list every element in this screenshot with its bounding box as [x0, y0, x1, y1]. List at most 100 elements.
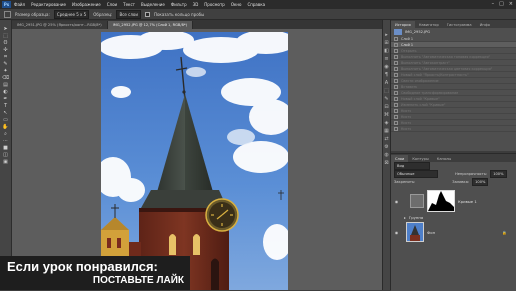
minimize-button[interactable]: –: [492, 1, 495, 7]
move-tool-icon[interactable]: ➤: [2, 26, 10, 32]
layer-mask-thumbnail[interactable]: [427, 190, 455, 212]
layer-background[interactable]: ◉ Фон 🔒: [394, 222, 513, 242]
layer-group[interactable]: ▸ Группа: [394, 214, 513, 221]
lasso-tool-icon[interactable]: ʘ: [2, 40, 10, 46]
menu-file[interactable]: Файл: [14, 2, 25, 7]
timeline-panel-icon[interactable]: ◍: [384, 152, 390, 158]
channels-panel-icon[interactable]: ◈: [384, 120, 390, 126]
sample-select[interactable]: Все слои: [116, 9, 141, 19]
sample-size-select[interactable]: Среднее 5 х 5: [53, 9, 90, 19]
expand-panels-icon[interactable]: ▸: [384, 32, 390, 38]
brush-panel-icon[interactable]: ✎: [384, 96, 390, 102]
like-caption-overlay: Если урок понравился: ПОСТАВЬТЕ ЛАЙК: [0, 256, 190, 290]
history-step-icon: [394, 96, 398, 101]
panel-icon-strip: ▸ ⊞ ◧ ≡ ◉ ¶ A ⬚ ✎ ⊟ ⌘ ◈ ▦ ⇄ ⚙ ◍ ⊠: [382, 20, 391, 290]
tab-channels[interactable]: Каналы: [433, 155, 455, 162]
tab-paths[interactable]: Контуры: [408, 155, 432, 162]
eye-icon[interactable]: ◉: [394, 199, 399, 204]
menu-edit[interactable]: Редактирование: [31, 2, 66, 7]
styles-panel-icon[interactable]: ⌘: [384, 112, 390, 118]
eye-icon[interactable]: ◉: [394, 230, 399, 235]
menu-help[interactable]: Справка: [247, 2, 265, 7]
show-ring-checkbox[interactable]: [144, 11, 150, 17]
history-step-icon: [394, 54, 398, 59]
menu-3d[interactable]: 3D: [193, 2, 199, 7]
zoom-tool-icon[interactable]: ⌕: [2, 131, 10, 137]
menu-window[interactable]: Окно: [231, 2, 242, 7]
eyedropper-tool-icon[interactable]: ✎: [2, 61, 10, 67]
document-image[interactable]: [101, 32, 288, 290]
color-swatches-icon[interactable]: ■: [2, 145, 10, 151]
history-step-icon: [394, 72, 398, 77]
properties-panel-icon[interactable]: ◧: [384, 48, 390, 54]
history-item-label: Открыть: [401, 48, 417, 53]
notes-panel-icon[interactable]: ⊠: [384, 160, 390, 166]
tab-histogram[interactable]: Гистограмма: [443, 21, 476, 28]
hand-tool-icon[interactable]: ✋: [2, 124, 10, 130]
menu-type[interactable]: Текст: [123, 2, 135, 7]
gradient-tool-icon[interactable]: ▤: [2, 82, 10, 88]
layer-thumbnail: [406, 222, 424, 242]
clone-source-panel-icon[interactable]: ⇄: [384, 136, 390, 142]
fill-label: Заливка:: [452, 180, 470, 184]
history-item-label: Свободное трансформирование: [401, 90, 459, 95]
layer-curves[interactable]: ◉ Кривые 1: [394, 190, 513, 212]
tab-history[interactable]: История: [391, 21, 415, 28]
eraser-tool-icon[interactable]: ⌫: [2, 75, 10, 81]
history-step-icon: [394, 60, 398, 65]
color-panel-icon[interactable]: ◉: [384, 64, 390, 70]
lock-row: Закрепить: Заливка: 100%: [391, 178, 516, 186]
paths-panel-icon[interactable]: ▦: [384, 128, 390, 134]
tool-presets-panel-icon[interactable]: ⚙: [384, 144, 390, 150]
character-panel-icon[interactable]: A: [384, 80, 390, 86]
crop-tool-icon[interactable]: ⌗: [2, 54, 10, 60]
history-step-icon: [394, 126, 398, 131]
eyedropper-preset-icon[interactable]: [4, 10, 11, 18]
tools-panel: ➤ ⬚ ʘ ✣ ⌗ ✎ ✦ ⌫ ▤ ◐ ✒ T ↖ ▭ ✋ ⌕ ⋯ ■ ◫ ▣: [0, 20, 12, 290]
swatches-panel-icon[interactable]: ⬚: [384, 88, 390, 94]
menu-view[interactable]: Просмотр: [204, 2, 225, 7]
menu-layers[interactable]: Слои: [107, 2, 117, 7]
shape-tool-icon[interactable]: ▭: [2, 117, 10, 123]
history-panel: История Навигатор Гистограмма Инфо IMG_2…: [391, 20, 516, 151]
blend-mode-select[interactable]: Обычные: [394, 170, 438, 178]
maximize-button[interactable]: □: [499, 1, 504, 7]
menu-select[interactable]: Выделение: [141, 2, 165, 7]
layer-filter-row: Вид: [391, 162, 516, 170]
tab-img-2951[interactable]: IMG_2951.JPG @ 25% (Яркость/конт...RGB/8…: [12, 21, 108, 29]
menu-image[interactable]: Изображение: [72, 2, 101, 7]
marquee-tool-icon[interactable]: ⬚: [2, 33, 10, 39]
path-select-tool-icon[interactable]: ↖: [2, 110, 10, 116]
tab-navigator[interactable]: Навигатор: [415, 21, 443, 28]
layer-kind-filter[interactable]: Вид: [394, 162, 430, 170]
lock-label: Закрепить:: [394, 180, 416, 184]
opacity-field[interactable]: 100%: [490, 170, 507, 178]
history-item-label: Свести изображение: [401, 78, 439, 83]
tab-info[interactable]: Инфо: [476, 21, 494, 28]
history-item-label: Выполнить "Автоматическая тоновая коррек…: [401, 54, 491, 59]
quick-select-tool-icon[interactable]: ✣: [2, 47, 10, 53]
more-tools-icon[interactable]: ⋯: [2, 138, 10, 144]
actions-panel-icon[interactable]: ≡: [384, 56, 390, 62]
healing-tool-icon[interactable]: ✦: [2, 68, 10, 74]
history-snapshot[interactable]: IMG_2952.JPG: [391, 28, 516, 36]
adjustments-panel-icon[interactable]: ⊟: [384, 104, 390, 110]
dodge-tool-icon[interactable]: ◐: [2, 89, 10, 95]
history-panel-icon[interactable]: ⊞: [384, 40, 390, 46]
tab-img-2952[interactable]: IMG_2952.JPG @ 12,7% (Слой 1, RGB/8*): [107, 21, 194, 29]
paragraph-panel-icon[interactable]: ¶: [384, 72, 390, 78]
tab-layers[interactable]: Слои: [391, 155, 409, 162]
type-tool-icon[interactable]: T: [2, 103, 10, 109]
close-button[interactable]: ×: [509, 1, 513, 7]
pen-tool-icon[interactable]: ✒: [2, 96, 10, 102]
group-name: Группа: [408, 215, 424, 220]
history-step-icon: [394, 90, 398, 95]
menu-bar: Ps Файл Редактирование Изображение Слои …: [0, 0, 516, 9]
history-item-label: Вставить: [401, 84, 418, 89]
screen-mode-icon[interactable]: ▣: [2, 159, 10, 165]
menu-filter[interactable]: Фильтр: [171, 2, 187, 7]
quick-mask-icon[interactable]: ◫: [2, 152, 10, 158]
history-item[interactable]: Кисть: [391, 126, 516, 132]
snapshot-thumbnail: [394, 29, 402, 35]
fill-field[interactable]: 100%: [472, 178, 489, 186]
